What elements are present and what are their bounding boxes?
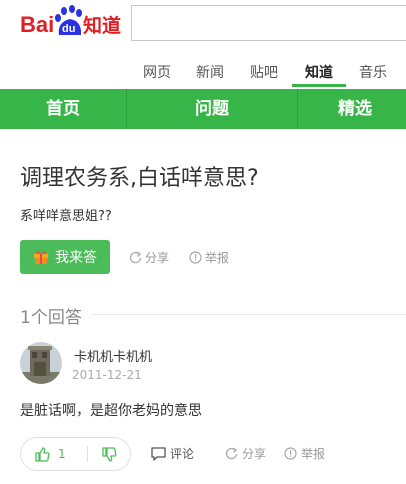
answer-report-link[interactable]: 举报: [284, 445, 325, 462]
report-icon: [284, 447, 297, 460]
upvote-button[interactable]: 1: [21, 438, 87, 470]
report-label: 举报: [301, 447, 326, 461]
menu-questions[interactable]: 问题: [127, 89, 297, 129]
paw-icon: du: [55, 5, 82, 35]
answer-text: 是脏话啊，是超你老妈的意思: [20, 403, 202, 419]
logo-suffix: 知道: [83, 14, 121, 37]
answer-share-link[interactable]: 分享: [225, 445, 266, 462]
vote-box: 1: [20, 437, 131, 471]
channel-zhidao[interactable]: 知道: [305, 62, 333, 82]
logo-paw-text: du: [62, 23, 75, 35]
question-description: 系咩咩意思姐??: [20, 209, 112, 224]
answer-button-label: 我来答: [55, 250, 97, 266]
channel-news[interactable]: 新闻: [196, 62, 224, 82]
comment-label: 评论: [170, 447, 195, 461]
section-divider: [92, 314, 406, 315]
report-label: 举报: [205, 251, 230, 265]
menu-home[interactable]: 首页: [0, 89, 126, 129]
report-icon: [189, 251, 202, 264]
channel-tieba[interactable]: 贴吧: [250, 62, 278, 82]
channel-music[interactable]: 音乐: [359, 62, 387, 82]
share-icon: [225, 447, 238, 460]
share-icon: [129, 251, 142, 264]
share-label: 分享: [145, 251, 170, 265]
downvote-button[interactable]: [88, 438, 130, 470]
menu-featured[interactable]: 精选: [298, 89, 406, 129]
question-share-link[interactable]: 分享: [129, 249, 169, 266]
gift-icon: [34, 251, 48, 264]
thumbs-up-icon: [35, 446, 50, 462]
answer-date: 2011-12-21: [72, 368, 142, 382]
answer-username[interactable]: 卡机机卡机机: [74, 346, 152, 365]
thumbs-down-icon: [101, 446, 116, 462]
main-menu: 首页 问题 精选: [0, 89, 406, 129]
answers-count: 1个回答: [20, 308, 82, 328]
header: Bai du 知道: [0, 0, 406, 52]
share-label: 分享: [242, 447, 267, 461]
question-title: 调理农务系,白话咩意思?: [20, 166, 259, 191]
channel-web[interactable]: 网页: [143, 62, 171, 82]
logo-text: Bai: [20, 12, 54, 37]
active-channel-indicator: [292, 84, 346, 87]
search-input[interactable]: [131, 5, 406, 41]
upvote-count: 1: [58, 447, 66, 461]
question-report-link[interactable]: 举报: [189, 249, 229, 266]
avatar[interactable]: [20, 342, 62, 384]
answer-button[interactable]: 我来答: [20, 240, 110, 274]
comment-icon: [151, 446, 166, 461]
comment-link[interactable]: 评论: [151, 445, 194, 462]
baidu-zhidao-logo[interactable]: Bai du 知道: [20, 4, 126, 40]
